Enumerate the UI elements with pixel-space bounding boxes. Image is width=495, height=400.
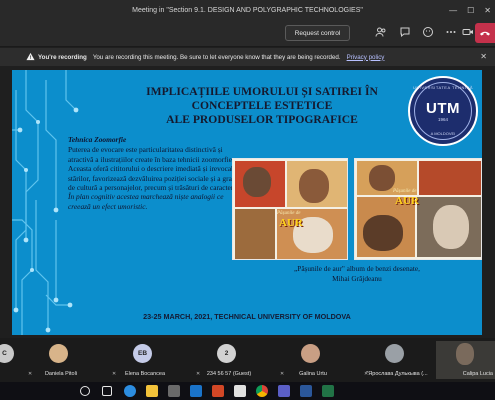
mail-icon[interactable] [190,385,202,397]
recording-banner: You're recording You are recording this … [0,48,495,66]
participant-tile[interactable]: ✕ "Ярослава Дулькыва (... [358,341,436,379]
comic-page-left: Pășunile de AUR [232,158,348,260]
participant-name: 234 56 57 (Guest) [206,371,252,377]
recording-message: You are recording this meeting. Be sure … [92,53,341,61]
slide-paragraph-italic: În plan cognitiv acestea marchează niște… [68,192,224,211]
participant-video-tile[interactable]: Calipa Lucia [436,341,495,379]
file-explorer-icon[interactable] [146,385,158,397]
word-icon[interactable] [300,385,312,397]
avatar [456,343,474,365]
participant-name: "Ярослава Дулькыва (... [366,371,428,377]
participants-strip: C ✕ Daniela Pitoli EB ✕ Elena Bocancea 2… [0,338,495,382]
slide-body-text: Tehnica Zoomorfie Puterea de evocare est… [68,135,248,211]
slide-paragraph: Puterea de evocare este particularitatea… [68,145,248,193]
store-icon[interactable] [168,385,180,397]
window-title: Meeting in "Section 9.1. DESIGN AND POLY… [132,6,363,14]
privacy-policy-link[interactable]: Privacy policy [347,54,385,61]
close-banner-icon[interactable]: ✕ [480,52,487,61]
slide-footer: 23-25 MARCH, 2021, TECHNICAL UNIVERSITY … [143,312,351,321]
participant-name: Galina Urtu [299,371,327,377]
teams-icon[interactable] [278,385,290,397]
teams-meeting-window: Meeting in "Section 9.1. DESIGN AND POLY… [0,0,495,400]
windows-taskbar [0,382,495,400]
participant-tile[interactable]: ✕ Galina Urtu [274,341,352,379]
leave-button[interactable] [475,23,495,43]
participant-tile[interactable]: ✕ Daniela Pitoli [22,341,100,379]
people-icon[interactable] [374,26,388,40]
slide-title: IMPLICAȚIILE UMORULUI ȘI SATIREI ÎN CONC… [146,85,378,126]
minimize-icon[interactable]: — [449,6,457,15]
reactions-icon[interactable] [421,26,435,40]
avatar [301,344,320,363]
avatar: C [0,344,14,363]
edge-icon[interactable] [124,385,136,397]
avatar [49,344,68,363]
maximize-icon[interactable]: ☐ [467,6,474,15]
avatar [385,344,404,363]
powerpoint-icon[interactable] [212,385,224,397]
chat-icon[interactable] [398,26,412,40]
comic-page-right: Pășunile de AUR [354,158,482,260]
more-icon[interactable] [444,26,458,40]
meeting-toolbar: Request control [0,20,495,47]
close-icon[interactable]: ✕ [484,6,491,15]
camera-icon[interactable] [461,26,475,40]
recording-info-icon [26,52,35,63]
comic-illustrations: Pășunile de AUR Pășunile de AUR [232,158,482,260]
notes-icon[interactable] [234,385,246,397]
participant-name: Calipa Lucia [462,371,493,377]
slide-caption: „Pășunile de aur" album de benzi desenat… [294,264,420,283]
participant-tile[interactable]: EB ✕ Elena Bocancea [106,341,184,379]
avatar: 2 [217,344,236,363]
task-view-icon[interactable] [102,386,112,396]
recording-title: You're recording [38,53,87,61]
shared-presentation-slide: IMPLICAȚIILE UMORULUI ȘI SATIREI ÎN CONC… [12,70,482,335]
slide-subtitle: Tehnica Zoomorfie [68,135,127,144]
chrome-icon[interactable] [256,385,268,397]
participant-tile[interactable]: 2 ✕ 234 56 57 (Guest) [190,341,268,379]
utm-logo: UNIVERSITATEA TEHNICĂ UTM 1964 A MOLDOVE… [408,76,478,146]
request-control-button[interactable]: Request control [285,25,350,41]
title-bar: Meeting in "Section 9.1. DESIGN AND POLY… [0,0,495,20]
participant-name: Elena Bocancea [124,371,166,377]
participant-name: Daniela Pitoli [44,371,78,377]
excel-icon[interactable] [322,385,334,397]
avatar: EB [133,344,152,363]
phone-hangup-icon [480,31,490,36]
search-icon[interactable] [80,386,90,396]
